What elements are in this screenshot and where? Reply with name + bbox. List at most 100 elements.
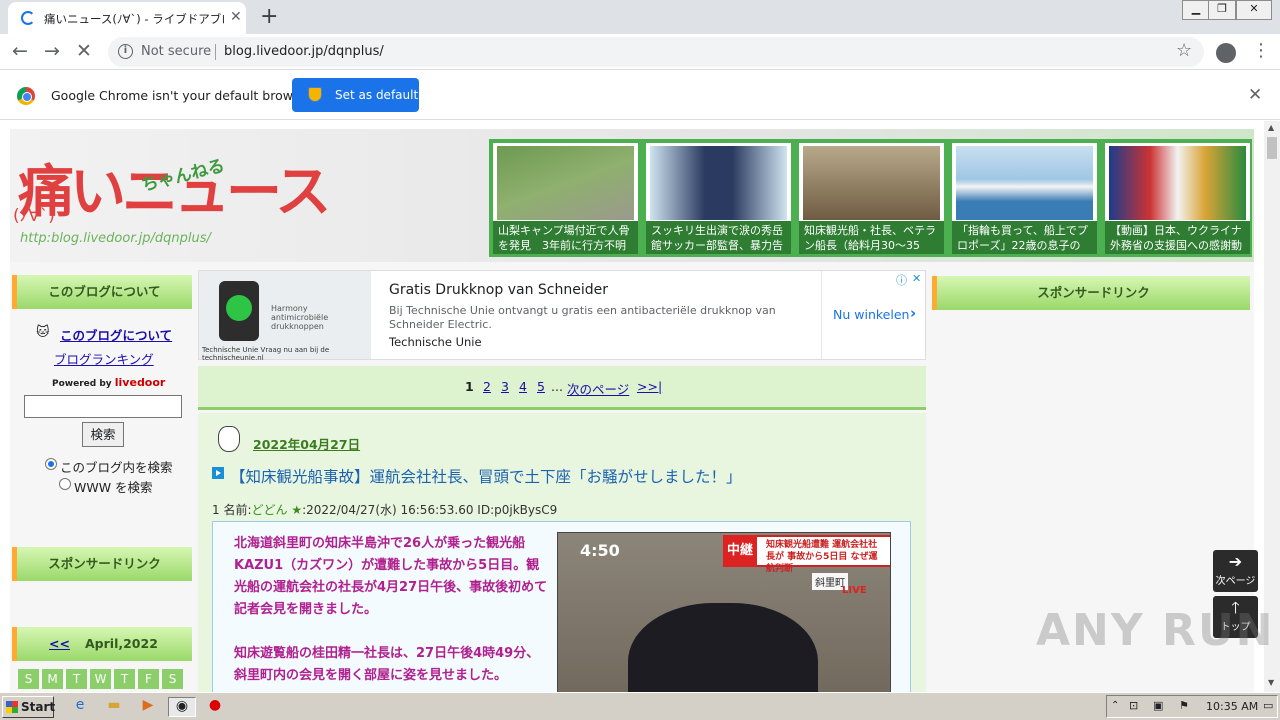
stop-icon[interactable]: ✕: [76, 40, 92, 62]
clock: 10:35 AM: [1206, 700, 1259, 713]
ad-close-icon[interactable]: ✕: [912, 272, 921, 285]
thumbnail-caption: 知床観光船・社長、ベテラン船長（給料月30～35: [799, 221, 944, 254]
page-link[interactable]: 4: [519, 379, 527, 394]
url-text[interactable]: blog.livedoor.jp/dqnplus/: [224, 44, 384, 59]
chrome-taskbar-icon[interactable]: ◉: [168, 697, 196, 717]
ad-cta-label: Nu winkelen: [833, 307, 910, 322]
explorer-icon[interactable]: ▬: [104, 697, 124, 717]
display-icon[interactable]: ▣: [1153, 699, 1163, 712]
menu-icon[interactable]: ⋮: [1252, 40, 1270, 61]
thumbnail-image: [956, 146, 1093, 220]
tray-expand-icon[interactable]: ⌃: [1111, 700, 1119, 711]
news-screenshot-image[interactable]: 4:50 知床観光船遭難 運航会社社長が 事故から5日目 なぜ運航判断 中継 斜…: [557, 532, 891, 692]
thumbnail-caption: スッキリ生出演で涙の秀岳館サッカー部監督、暴力告: [646, 221, 791, 254]
next-page-link[interactable]: 次のページ: [567, 379, 629, 398]
post-body: 北海道斜里町の知床半島沖で26人が乗った観光船KAZU1（カズワン）が遭難した事…: [234, 533, 552, 692]
tv-live: LIVE: [842, 585, 867, 596]
ad-image: Harmony antimicrobiële drukknoppen Techn…: [199, 271, 371, 362]
tv-clock: 4:50: [580, 541, 620, 560]
start-button[interactable]: Start: [2, 696, 55, 718]
tv-relay-tag: 中継: [723, 535, 757, 567]
not-secure-label[interactable]: Not secure: [141, 44, 211, 59]
last-page-link[interactable]: >>|: [637, 379, 662, 394]
flag-icon[interactable]: ⚑: [1179, 699, 1189, 712]
bookmark-star-icon[interactable]: ☆: [1176, 40, 1192, 61]
logo-face-text: (ﾉ∀`): [13, 206, 55, 226]
tab-active[interactable]: 痛いニュース(ﾉ∀`) - ライブドアブログ ✕: [8, 2, 246, 34]
profile-icon[interactable]: [1216, 43, 1236, 63]
infobar-message: Google Chrome isn't your default browser: [51, 88, 313, 103]
next-page-float-label: 次ページ: [1215, 576, 1256, 587]
shield-icon: [308, 87, 322, 102]
powered-by-livedoor[interactable]: Powered by livedoor: [52, 376, 165, 389]
bowing-person-image: [628, 603, 818, 692]
address-bar[interactable]: i Not secure blog.livedoor.jp/dqnplus/ ☆: [108, 37, 1204, 67]
alert-app-icon[interactable]: ●: [205, 697, 225, 717]
ranking-link[interactable]: ブログランキング: [54, 349, 154, 368]
cat-category-icon: [218, 426, 240, 452]
ad-image-footer: Technische Unie Vraag nu aan bij de tech…: [202, 346, 330, 362]
ad-title[interactable]: Gratis Drukknop van Schneider: [389, 282, 608, 298]
new-tab-icon[interactable]: +: [260, 4, 278, 29]
scroll-down-icon[interactable]: ▼: [1268, 678, 1274, 687]
page-link[interactable]: 5: [537, 379, 545, 394]
scroll-up-icon[interactable]: ▲: [1268, 123, 1274, 132]
post-meta: 1 名前:どどん ★:2022/04/27(水) 16:56:53.60 ID:…: [212, 501, 557, 518]
thumbnail-image: [497, 146, 634, 220]
page-link[interactable]: 3: [501, 379, 509, 394]
radio-search-blog-label: このブログ内を検索: [60, 460, 173, 475]
advertisement[interactable]: Harmony antimicrobiële drukknoppen Techn…: [198, 270, 926, 362]
page-link[interactable]: 2: [483, 379, 491, 394]
search-input[interactable]: [24, 395, 182, 418]
close-window-button[interactable]: ✕: [1236, 0, 1272, 20]
calendar-day-header: M: [42, 669, 63, 689]
set-as-default-label: Set as default: [335, 88, 419, 102]
ad-cta-button[interactable]: Nu winkelen ›: [821, 271, 926, 359]
media-player-icon[interactable]: ▶: [138, 697, 158, 717]
thumbnail-card[interactable]: 知床観光船・社長、ベテラン船長（給料月30～35: [799, 143, 944, 254]
radio-search-www[interactable]: [59, 478, 71, 490]
post-article: 2022年04月27日 【知床観光船事故】運航会社社長、冒頭で土下座「お騒がせし…: [198, 413, 926, 692]
about-link[interactable]: このブログについて: [60, 325, 172, 344]
thumbnail-card[interactable]: 【動画】日本、ウクライナ外務省の支援国への感謝動: [1105, 143, 1250, 254]
ad-image-text: Harmony antimicrobiële drukknoppen: [271, 304, 329, 331]
forward-icon[interactable]: →: [44, 40, 60, 62]
headline-thumbnails: 山梨キャンプ場付近で人骨を発見 3年前に行方不明 スッキリ生出演で涙の秀岳館サッ…: [489, 139, 1252, 257]
next-page-float-button[interactable]: ➔ 次ページ: [1213, 550, 1258, 592]
left-sponsor-heading: スポンサードリンク: [12, 547, 192, 581]
thumbnail-card[interactable]: 「指輪も買って、船上でプロポーズ」22歳の息子の: [952, 143, 1097, 254]
info-icon[interactable]: i: [118, 44, 133, 59]
ie-icon[interactable]: e: [70, 697, 90, 717]
minimize-button[interactable]: ▁: [1182, 0, 1210, 20]
post-date[interactable]: 2022年04月27日: [253, 434, 360, 453]
search-button[interactable]: 検索: [82, 422, 124, 447]
show-desktop-icon[interactable]: ▭: [1263, 699, 1273, 712]
calendar-day-header: W: [90, 669, 111, 689]
thumbnail-image: [650, 146, 787, 220]
calendar-day-header: T: [114, 669, 135, 689]
back-icon[interactable]: ←: [12, 40, 28, 62]
calendar-day-header: F: [138, 669, 159, 689]
calendar-heading: << April,2022: [12, 627, 192, 661]
thumbnail-card[interactable]: 山梨キャンプ場付近で人骨を発見 3年前に行方不明: [493, 143, 638, 254]
thumbnail-image: [1109, 146, 1246, 220]
set-as-default-button[interactable]: Set as default: [292, 78, 419, 112]
powered-by-text: Powered by: [52, 379, 112, 389]
restore-button[interactable]: ❐: [1208, 0, 1236, 20]
thumbnail-card[interactable]: スッキリ生出演で涙の秀岳館サッカー部監督、暴力告: [646, 143, 791, 254]
radio-search-blog[interactable]: [45, 458, 57, 470]
ad-brand: Technische Unie: [389, 335, 482, 349]
livedoor-logo: livedoor: [114, 376, 166, 389]
infobar-close-icon[interactable]: ✕: [1248, 85, 1262, 105]
scroll-thumb[interactable]: [1267, 137, 1277, 159]
tab-close-icon[interactable]: ✕: [230, 9, 242, 25]
calendar-prev-link[interactable]: <<: [49, 627, 70, 661]
post-title[interactable]: 【知床観光船事故】運航会社社長、冒頭で土下座「お騒がせしました！」: [230, 465, 742, 487]
page-ellipsis: ...: [551, 379, 563, 394]
network-icon[interactable]: ⊡: [1129, 699, 1138, 712]
default-browser-infobar: Google Chrome isn't your default browser…: [0, 71, 1280, 120]
green-push-button-image: [219, 281, 259, 341]
watermark: ANY RUN: [1036, 605, 1275, 656]
ad-info-icon[interactable]: ⓘ: [896, 272, 907, 288]
calendar-day-header: S: [18, 669, 39, 689]
